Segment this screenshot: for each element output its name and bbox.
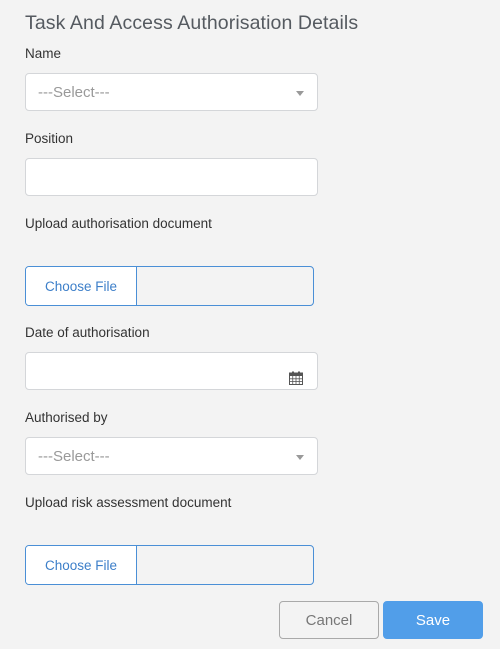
file-name-display xyxy=(137,267,313,305)
name-select-placeholder: ---Select--- xyxy=(38,84,110,101)
page-title: Task And Access Authorisation Details xyxy=(25,12,359,34)
chevron-down-icon xyxy=(296,91,304,96)
authorised-by-select[interactable]: ---Select--- xyxy=(25,437,318,475)
authorised-by-select-placeholder: ---Select--- xyxy=(38,448,110,465)
name-label: Name xyxy=(25,46,62,61)
choose-file-button[interactable]: Choose File xyxy=(26,267,137,305)
upload-authorisation-file-input[interactable]: Choose File xyxy=(25,266,314,306)
calendar-icon[interactable] xyxy=(289,371,303,385)
upload-authorisation-label: Upload authorisation document xyxy=(25,216,212,231)
save-button[interactable]: Save xyxy=(383,601,483,639)
chevron-down-icon xyxy=(296,455,304,460)
position-label: Position xyxy=(25,131,74,146)
position-input[interactable] xyxy=(25,158,318,196)
authorised-by-label: Authorised by xyxy=(25,410,108,425)
upload-risk-assessment-label: Upload risk assessment document xyxy=(25,495,232,510)
date-label: Date of authorisation xyxy=(25,325,150,340)
upload-risk-assessment-file-input[interactable]: Choose File xyxy=(25,545,314,585)
choose-file-button[interactable]: Choose File xyxy=(26,546,137,584)
name-select[interactable]: ---Select--- xyxy=(25,73,318,111)
file-name-display xyxy=(137,546,313,584)
cancel-button[interactable]: Cancel xyxy=(279,601,379,639)
date-input[interactable] xyxy=(25,352,318,390)
